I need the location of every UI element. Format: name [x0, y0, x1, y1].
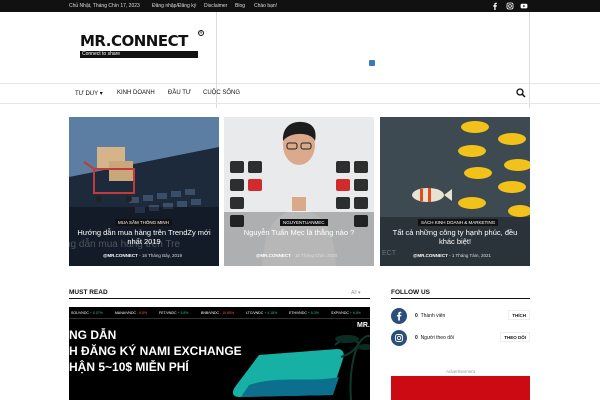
must-read-title: MUST READ [69, 289, 108, 296]
post-title[interactable]: Nguyễn Tuấn Mẹc là thằng nào ? [228, 228, 370, 237]
follower-count: 0 Thành viên [415, 313, 446, 319]
site-logo[interactable]: MR.CONNECT R Connect to share [80, 30, 204, 72]
chevron-down-icon: ▾ [99, 91, 103, 97]
post-author[interactable]: @MR.CONNECT [103, 253, 138, 258]
logo-title: MR.CONNECT [80, 32, 188, 50]
post-author[interactable]: @MR.CONNECT [413, 253, 448, 258]
post-meta: @MR.CONNECT - 16 Tháng Chín, 2020 [256, 253, 338, 258]
category-filter[interactable]: All ▾ [351, 290, 360, 296]
top-bar: Chủ Nhật, Tháng Chín 17, 2023 Đăng nhập/… [0, 0, 600, 12]
login-register-link[interactable]: Đăng nhập/Đăng ký [152, 3, 196, 9]
facebook-icon[interactable] [491, 2, 499, 10]
post-title[interactable]: Hướng dẫn mua hàng trên TrendZy mới nhất… [73, 228, 215, 246]
category-badge[interactable]: SÁCH KINH DOANH & MARKETING [418, 219, 499, 226]
post-date: 16 Tháng Chín, 2020 [294, 253, 338, 258]
ticker-item: MANA/VNDC - 8.8% [115, 311, 148, 315]
banner-headline-2: H ĐĂNG KÝ NAMI EXCHANGE [69, 344, 242, 358]
banner-headline-1: NG DẪN [69, 328, 117, 342]
nami-exchange-banner[interactable]: SOL/VNDC + 8.07% MANA/VNDC - 8.8% FET/VN… [69, 307, 370, 400]
post-meta: @MR.CONNECT - 18 Tháng Bảy, 2019 [103, 253, 183, 258]
follow-us-title: FOLLOW US [391, 289, 430, 296]
ticker-item: BNB/VNDC - 10.65% [201, 311, 235, 315]
post-meta: @MR.CONNECT - 1 Tháng Tám, 2021 [413, 253, 492, 258]
nav-item-kinh-doanh[interactable]: KINH DOANH [117, 90, 155, 96]
chevron-down-icon: ▾ [357, 290, 361, 296]
instagram-icon[interactable] [506, 2, 514, 10]
advertisement-label: Advertisement [446, 369, 475, 374]
featured-post-1[interactable]: ng dẫn mua hàng trên Tre MUA SẮM THÔNG M… [69, 117, 219, 266]
banner-tropical-graphic [232, 334, 370, 400]
follower-count: 0 Người theo dõi [415, 335, 454, 341]
registered-mark-icon: R [198, 30, 204, 36]
price-ticker: SOL/VNDC + 8.07% MANA/VNDC - 8.8% FET/VN… [69, 307, 370, 319]
instagram-follow-row: 0 Người theo dõi THEO DÕI [391, 330, 530, 346]
ticker-item: SXP/VNDC + 6.5% [331, 311, 361, 315]
category-badge[interactable]: MUA SẮM THÔNG MINH [115, 219, 172, 226]
logo-tagline: Connect to share [80, 51, 198, 58]
ad-placeholder-icon[interactable] [369, 60, 375, 66]
nav-item-tu-duy[interactable]: TƯ DUY ▾ [75, 90, 103, 97]
instagram-icon[interactable] [391, 330, 407, 346]
facebook-follow-row: 0 Thành viên THÍCH [391, 308, 530, 324]
like-button[interactable]: THÍCH [508, 310, 530, 320]
main-nav: TƯ DUY ▾ KINH DOANH ĐẦU TƯ CUỘC SỐNG [0, 84, 600, 104]
youtube-icon[interactable] [520, 2, 528, 10]
featured-watermark: ECT [382, 250, 396, 257]
portrait-keyboard-image [224, 117, 374, 266]
post-date: 1 Tháng Tám, 2021 [451, 253, 492, 258]
follow-button[interactable]: THEO DÕI [500, 332, 530, 342]
filter-label: All [351, 290, 357, 296]
featured-post-2[interactable]: NGUYENTUANMEC Nguyễn Tuấn Mẹc là thằng n… [224, 117, 374, 266]
greeting-link[interactable]: Chào bạn! [254, 3, 277, 9]
nav-item-dau-tu[interactable]: ĐẦU TƯ [168, 90, 191, 96]
ticker-item: SOL/VNDC + 8.07% [71, 311, 103, 315]
category-badge[interactable]: NGUYENTUANMEC [280, 219, 328, 226]
nav-item-label: TƯ DUY [75, 91, 99, 97]
site-header: MR.CONNECT R Connect to share [0, 12, 600, 84]
post-title[interactable]: Tất cả những công ty hạnh phúc, đều khác… [384, 228, 526, 246]
ticker-item: FET/VNDC + 5.8% [159, 311, 189, 315]
facebook-icon[interactable] [391, 308, 407, 324]
post-date: 18 Tháng Bảy, 2019 [141, 253, 183, 258]
search-icon[interactable] [516, 88, 526, 98]
banner-headline-3: HẬN 5~10$ MIỄN PHÍ [69, 360, 189, 374]
disclaimer-link[interactable]: Disclaimer [204, 3, 227, 9]
must-read-divider [69, 298, 370, 299]
follow-us-divider [391, 298, 530, 299]
blog-link[interactable]: Blog [235, 3, 245, 9]
sidebar-ad-banner[interactable] [391, 376, 530, 400]
banner-brand-mark: MR. [357, 322, 370, 329]
ticker-item: LTC/VNDC + 4.18% [246, 311, 278, 315]
ticker-item: ETH/VNDC + 5.3% [289, 311, 319, 315]
nav-item-cuoc-song[interactable]: CUỘC SỐNG [203, 90, 240, 96]
top-bar-date: Chủ Nhật, Tháng Chín 17, 2023 [69, 3, 140, 9]
post-author[interactable]: @MR.CONNECT [256, 253, 291, 258]
featured-post-3[interactable]: ECT SÁCH KINH DOANH & MARKETING Tất cả n… [380, 117, 530, 266]
